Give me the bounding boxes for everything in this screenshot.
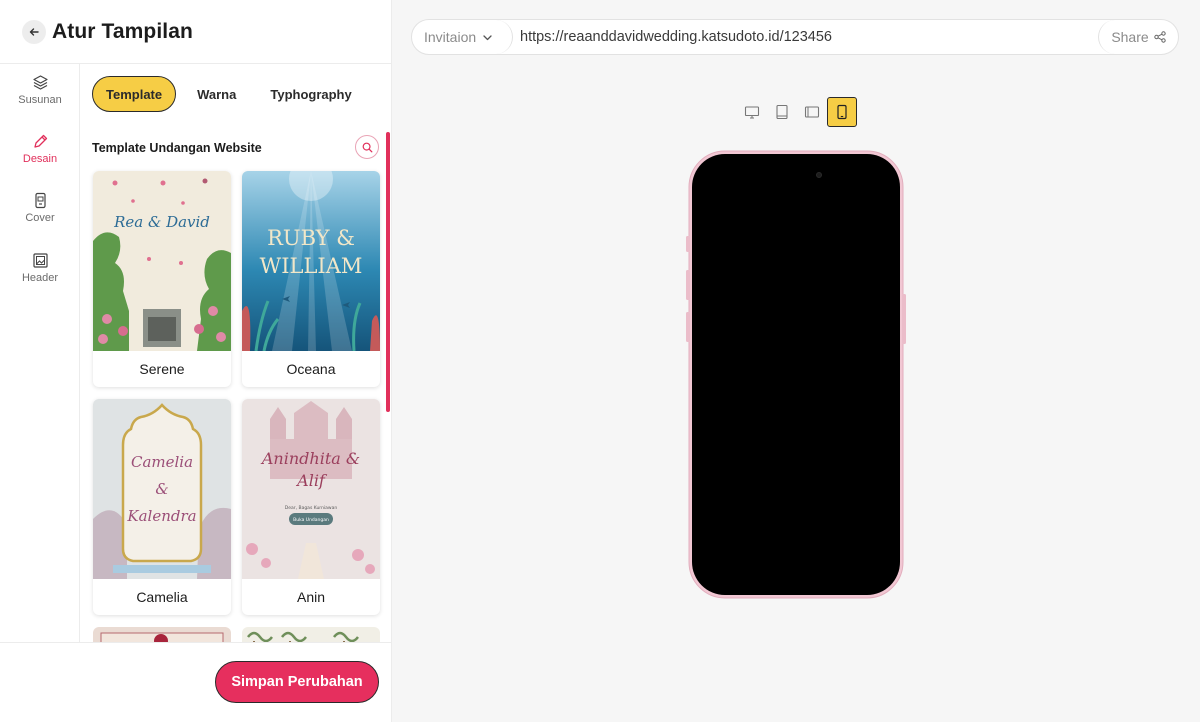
tablet-landscape-icon [804, 106, 820, 118]
rail-item-desain[interactable]: Desain [0, 133, 80, 179]
share-label: Share [1111, 29, 1149, 45]
device-desktop-button[interactable] [737, 97, 767, 127]
arrow-left-icon [29, 27, 39, 36]
thumb-title-line-2: WILLIAM [260, 254, 363, 278]
template-content: Template Warna Typhography Template Unda… [80, 64, 391, 642]
save-button[interactable]: Simpan Perubahan [215, 661, 379, 703]
search-icon [362, 142, 372, 152]
tab-typhography[interactable]: Typhography [257, 76, 364, 112]
preview-url[interactable]: https://reaanddavidwedding.katsudoto.id/… [520, 20, 832, 54]
template-name: Camelia [136, 589, 188, 605]
section-title: Template Undangan Website [92, 141, 262, 155]
rail-label: Header [21, 272, 59, 284]
template-name: Serene [139, 361, 185, 377]
panel-footer: Simpan Perubahan [0, 642, 391, 722]
mobile-icon [837, 104, 847, 120]
thumb-title-line-3: Kalendra [126, 507, 196, 525]
share-icon [1153, 31, 1166, 43]
rail-item-header[interactable]: Header [0, 252, 80, 298]
pencil-icon [33, 134, 47, 148]
search-button[interactable] [355, 135, 379, 159]
share-button[interactable]: Share [1098, 20, 1178, 54]
desktop-icon [744, 106, 760, 119]
device-switcher [737, 97, 857, 127]
side-rail: Susunan Desain Cover Header [0, 64, 80, 642]
preview-area: Invitaion https://reaanddavidwedding.kat… [392, 0, 1200, 722]
chevron-down-icon [483, 34, 492, 40]
thumb-guest-name: Dear, Bagas Kurniawan [285, 505, 338, 511]
rail-label: Desain [22, 153, 58, 165]
template-card-partial[interactable] [93, 627, 231, 642]
template-thumbnail: Anindhita & Alif Dear, Bagas Kurniawan B… [242, 399, 380, 579]
phone-mockup [686, 150, 906, 599]
page-title: Atur Tampilan [52, 19, 193, 43]
tab-warna[interactable]: Warna [184, 76, 249, 112]
thumb-open-button: Buka Undangan [293, 517, 329, 523]
page-select[interactable]: Invitaion [412, 20, 513, 54]
image-frame-icon [32, 253, 48, 268]
layers-icon [32, 75, 48, 90]
device-tablet-landscape-button[interactable] [797, 97, 827, 127]
template-card-anin[interactable]: Anindhita & Alif Dear, Bagas Kurniawan B… [242, 399, 380, 615]
template-card-camelia[interactable]: Camelia & Kalendra Camelia [93, 399, 231, 615]
scrollbar-thumb[interactable] [386, 132, 390, 412]
thumb-title-line-1: RUBY & [267, 226, 355, 250]
thumb-title-line-1: Camelia [131, 453, 193, 471]
template-thumbnail: RUBY & WILLIAM [242, 171, 380, 351]
back-button[interactable] [22, 19, 46, 44]
tab-bar: Template Warna Typhography [92, 76, 373, 112]
settings-panel: Atur Tampilan Susunan Desain Cover Heade… [0, 0, 392, 722]
template-thumbnail: Camelia & Kalendra [93, 399, 231, 579]
rail-item-cover[interactable]: Cover [0, 192, 80, 238]
thumb-title-line-2: & [155, 480, 168, 498]
rail-label: Cover [25, 212, 55, 224]
template-name: Oceana [286, 361, 336, 377]
device-mobile-button[interactable] [827, 97, 857, 127]
template-thumbnail [247, 631, 359, 642]
template-thumbnail [100, 632, 224, 642]
tab-template[interactable]: Template [92, 76, 177, 112]
template-card-partial[interactable] [242, 627, 380, 642]
front-camera-icon [816, 172, 822, 178]
thumb-title-line-2: Alif [295, 471, 328, 490]
panel-header: Atur Tampilan [0, 0, 392, 64]
thumb-title: Rea & David [113, 213, 210, 231]
device-tablet-button[interactable] [767, 97, 797, 127]
page-select-value: Invitaion [424, 29, 477, 45]
thumb-title-line-1: Anindhita & [260, 449, 360, 468]
template-card-oceana[interactable]: RUBY & WILLIAM Oceana [242, 171, 380, 387]
phone-cover-icon [34, 192, 46, 209]
url-bar: Invitaion https://reaanddavidwedding.kat… [411, 19, 1179, 55]
template-name: Anin [296, 589, 326, 605]
template-card-serene[interactable]: Rea & David Serene [93, 171, 231, 387]
rail-item-susunan[interactable]: Susunan [0, 74, 80, 120]
tablet-icon [776, 104, 788, 120]
rail-label: Susunan [18, 94, 62, 106]
template-thumbnail: Rea & David [93, 171, 231, 351]
phone-screen [692, 154, 900, 595]
